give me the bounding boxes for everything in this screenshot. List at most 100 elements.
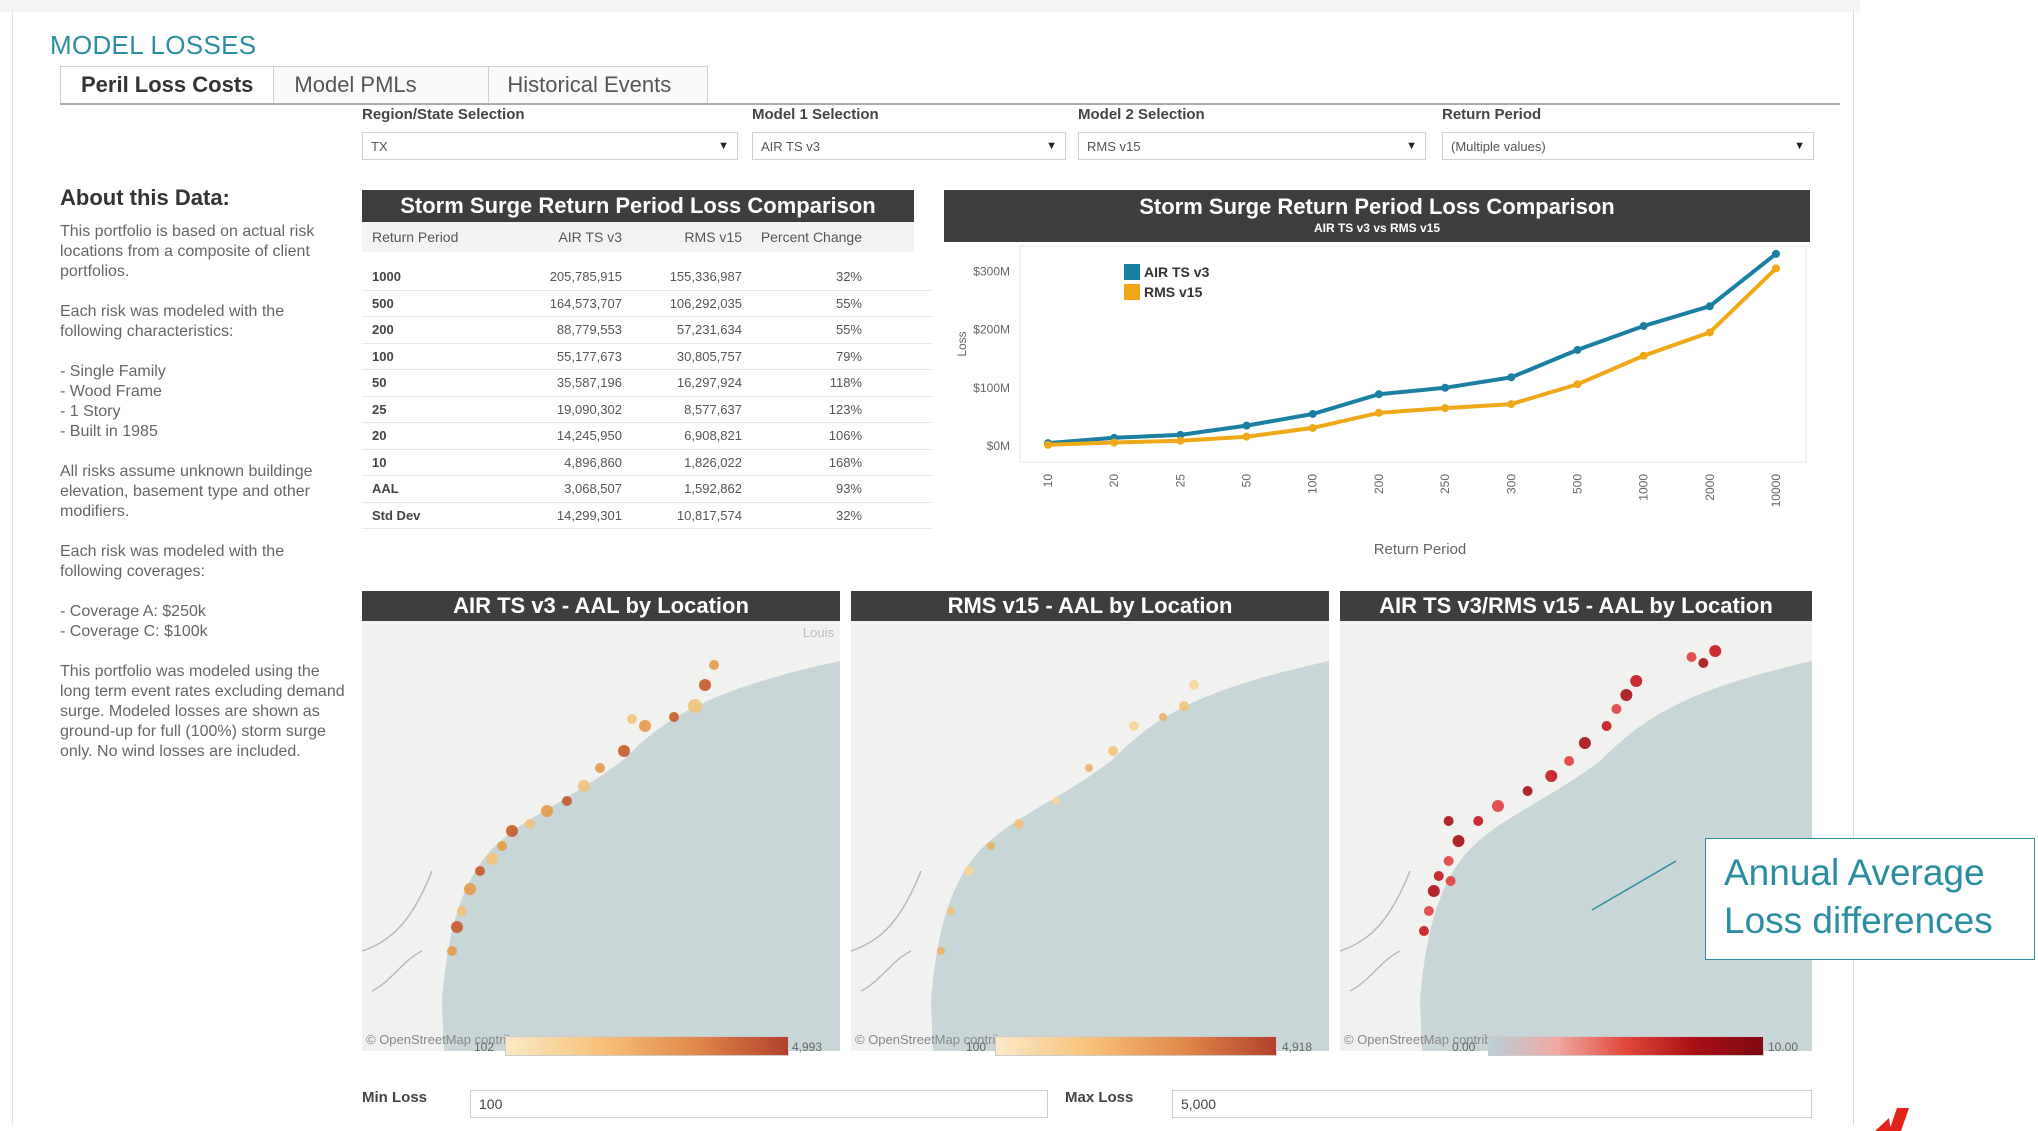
location-dot: [1159, 713, 1167, 721]
table-cell: 79%: [835, 348, 862, 364]
map-title: AIR TS v3/RMS v15 - AAL by Location: [1340, 591, 1812, 621]
model1-select[interactable]: AIR TS v3 ▼: [752, 132, 1066, 160]
table-cell: Std Dev: [372, 507, 421, 523]
region-select[interactable]: TX ▼: [362, 132, 738, 160]
location-dot: [1085, 764, 1093, 772]
page-title: MODEL LOSSES: [50, 30, 257, 60]
series-0-point: [1705, 302, 1714, 311]
location-dot: [595, 763, 605, 773]
series-1-point: [1110, 438, 1119, 447]
table-row: 20 14,245,950 6,908,821 106%: [362, 423, 932, 450]
y-tick-label: $300M: [973, 264, 1010, 278]
table-cell: 106,292,035: [669, 295, 742, 311]
location-dot: [457, 906, 467, 916]
filter-label: Region/State Selection: [362, 106, 525, 123]
table-cell: 88,779,553: [556, 322, 622, 338]
dropdown-arrow-icon: ▼: [1406, 140, 1417, 152]
map-graphic: [362, 621, 840, 1051]
column-header: Percent Change: [760, 229, 862, 245]
table-row: 50 35,587,196 16,297,924 118%: [362, 370, 932, 397]
series-1-point: [1573, 380, 1582, 389]
callout-line-1: Annual Average: [1724, 852, 1985, 893]
table-cell: 16,297,924: [676, 375, 742, 391]
min-loss-label: Min Loss: [362, 1089, 428, 1106]
y-tick-label: $100M: [973, 381, 1010, 395]
legend-swatch: [1124, 284, 1140, 300]
series-0-point: [1772, 249, 1780, 258]
table-cell: 118%: [829, 375, 862, 391]
select-value: (Multiple values): [1451, 138, 1546, 154]
about-paragraph: This portfolio is based on actual risk l…: [60, 223, 315, 280]
series-0-point: [1441, 383, 1450, 392]
table-cell: 8,577,637: [684, 401, 742, 417]
model2-select[interactable]: RMS v15 ▼: [1078, 132, 1426, 160]
location-dot: [618, 745, 630, 757]
location-dot: [1445, 876, 1456, 886]
legend-max-label: 4,993: [792, 1040, 823, 1054]
series-0-point: [1374, 390, 1383, 399]
about-paragraph: All risks assume unknown buildinge eleva…: [60, 463, 313, 520]
series-1-point: [1374, 408, 1383, 417]
legend-label: RMS v15: [1144, 284, 1203, 300]
tab-bar: Peril Loss Costs Model PMLs Historical E…: [60, 66, 709, 104]
chart-plot: $0M $100M $200M $300M Loss 10 20 25 50 100 200 250 3…: [955, 245, 1807, 558]
return-period-select[interactable]: (Multiple values) ▼: [1442, 132, 1814, 160]
location-dot: [1052, 797, 1060, 805]
location-dot: [525, 819, 535, 829]
tab-historical-events[interactable]: Historical Events: [488, 66, 709, 104]
select-value: AIR TS v3: [761, 138, 821, 154]
map-canvas[interactable]: © OpenStreetMap contributors: [851, 621, 1329, 1051]
location-dot: [1129, 721, 1139, 731]
dropdown-arrow-icon: ▼: [1046, 140, 1057, 152]
location-dot: [1698, 658, 1709, 668]
table-cell: 10,817,574: [676, 507, 742, 523]
column-header: Return Period: [372, 229, 459, 245]
location-dot: [1443, 816, 1454, 826]
location-dot: [639, 720, 651, 732]
about-panel: About this Data: This portfolio is based…: [60, 185, 350, 782]
series-1-point: [1705, 328, 1714, 337]
map-canvas[interactable]: Louis © OpenStreetMap contributors: [362, 621, 840, 1051]
location-dot: [486, 853, 498, 865]
table-cell: 205,785,915: [549, 269, 622, 285]
location-dot: [669, 712, 679, 722]
map-air: AIR TS v3 - AAL by Location Louis © Open…: [362, 591, 840, 1051]
about-title: About this Data:: [60, 185, 230, 210]
table-row: 25 19,090,302 8,577,637 123%: [362, 397, 932, 423]
tab-peril-loss-costs[interactable]: Peril Loss Costs: [60, 66, 275, 104]
x-tick-label: 200: [1372, 474, 1386, 494]
legend-gradient: [1488, 1036, 1764, 1056]
max-loss-input[interactable]: 5,000: [1172, 1090, 1812, 1118]
location-dot: [947, 907, 955, 915]
table-row: Std Dev 14,299,301 10,817,574 32%: [362, 503, 932, 529]
region-filter: Region/State Selection TX ▼: [362, 106, 738, 160]
x-tick-label: 25: [1173, 474, 1187, 488]
table-cell: 106%: [828, 428, 862, 444]
table-body: 1000 205,785,915 155,336,987 32% 500 164,573,…: [362, 264, 932, 529]
location-dot: [987, 842, 995, 850]
table-row: 1000 205,785,915 155,336,987 32%: [362, 264, 932, 291]
map-graphic: [1340, 621, 1812, 1051]
table-cell: 32%: [835, 269, 862, 285]
table-row: 200 88,779,553 57,231,634 55%: [362, 317, 932, 344]
legend-swatch: [1124, 264, 1140, 280]
dropdown-arrow-icon: ▼: [718, 140, 729, 152]
series-1-point: [1242, 432, 1251, 441]
tab-model-pmls[interactable]: Model PMLs: [273, 66, 490, 104]
series-0-point: [1308, 409, 1317, 418]
table-cell: 4,896,860: [564, 454, 622, 470]
min-loss-input[interactable]: 100: [470, 1090, 1048, 1118]
location-dot: [1179, 701, 1189, 711]
x-tick-label: 1000: [1637, 474, 1651, 501]
location-dot: [1443, 856, 1454, 866]
y-tick-label: $200M: [973, 323, 1010, 337]
legend-max-label: 4,918: [1282, 1040, 1313, 1054]
table-cell: 55%: [835, 322, 862, 338]
location-dot: [1108, 746, 1118, 756]
return-period-chart: Storm Surge Return Period Loss Compariso…: [944, 190, 1810, 570]
about-paragraph: This portfolio was modeled using the lon…: [60, 663, 345, 760]
table-title: Storm Surge Return Period Loss Compariso…: [362, 190, 914, 222]
location-dot: [1491, 800, 1504, 812]
map-canvas[interactable]: © OpenStreetMap contributors: [1340, 621, 1812, 1051]
table-cell: 1000: [372, 269, 401, 285]
